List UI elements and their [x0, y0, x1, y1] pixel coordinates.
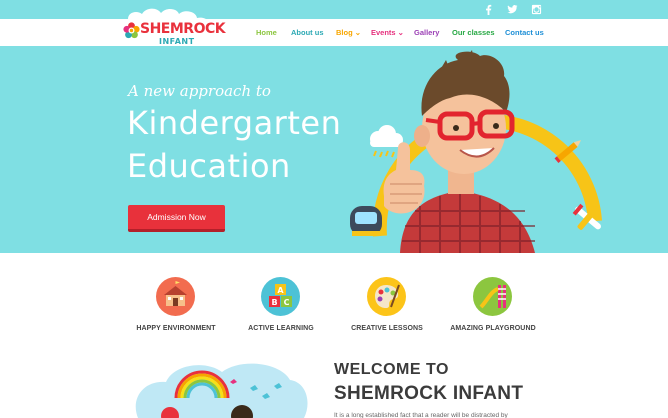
kids-rainbow-illustration: [135, 363, 308, 418]
instagram-icon[interactable]: [530, 3, 542, 15]
hero-banner: A new approach to Kindergarten Education…: [0, 46, 668, 253]
tram-icon: [350, 206, 382, 236]
nav-item-home[interactable]: Home: [256, 28, 277, 37]
hero-headline-line1: Kindergarten: [127, 104, 342, 142]
svg-text:A: A: [277, 286, 284, 295]
features-section: HAPPY ENVIRONMENT A B C ACTIVE LEARNING: [0, 253, 668, 353]
nav-item-gallery[interactable]: Gallery: [414, 28, 439, 37]
nav-item-contact[interactable]: Contact us: [505, 28, 544, 37]
twitter-icon[interactable]: [506, 3, 518, 15]
svg-text:B: B: [271, 298, 277, 307]
admission-now-button[interactable]: Admission Now: [128, 205, 225, 232]
feature-circle: [156, 277, 195, 316]
nav-item-classes[interactable]: Our classes: [452, 28, 495, 37]
school-icon: [164, 281, 187, 306]
hero-tagline: A new approach to: [128, 82, 271, 100]
nav-item-about[interactable]: About us: [291, 28, 324, 37]
welcome-title-line1: WELCOME TO: [334, 361, 449, 378]
hero-headline-line2: Education: [127, 147, 291, 185]
palette-icon: [375, 284, 400, 308]
feature-circle: A B C: [261, 277, 300, 316]
svg-text:C: C: [284, 298, 290, 307]
top-bar: [0, 0, 668, 19]
slide-icon: [479, 285, 506, 309]
facebook-icon[interactable]: [482, 3, 494, 15]
nav-item-events[interactable]: Events ⌄: [371, 28, 404, 37]
welcome-title-line2: SHEMROCK INFANT: [334, 383, 524, 404]
abc-blocks-icon: A B C: [269, 284, 292, 307]
nav-menu: Home About us Blog ⌄ Events ⌄ Gallery Ou…: [0, 28, 668, 40]
social-links: [482, 3, 542, 16]
feature-circle: [367, 277, 406, 316]
hero-boy-illustration: [350, 50, 602, 253]
feature-circle: [473, 277, 512, 316]
feature-label: AMAZING PLAYGROUND: [450, 325, 536, 332]
nav-item-blog[interactable]: Blog ⌄: [336, 28, 361, 37]
welcome-text: It is a long established fact that a rea…: [334, 412, 508, 418]
feature-amazing-playground[interactable]: AMAZING PLAYGROUND: [428, 277, 558, 339]
